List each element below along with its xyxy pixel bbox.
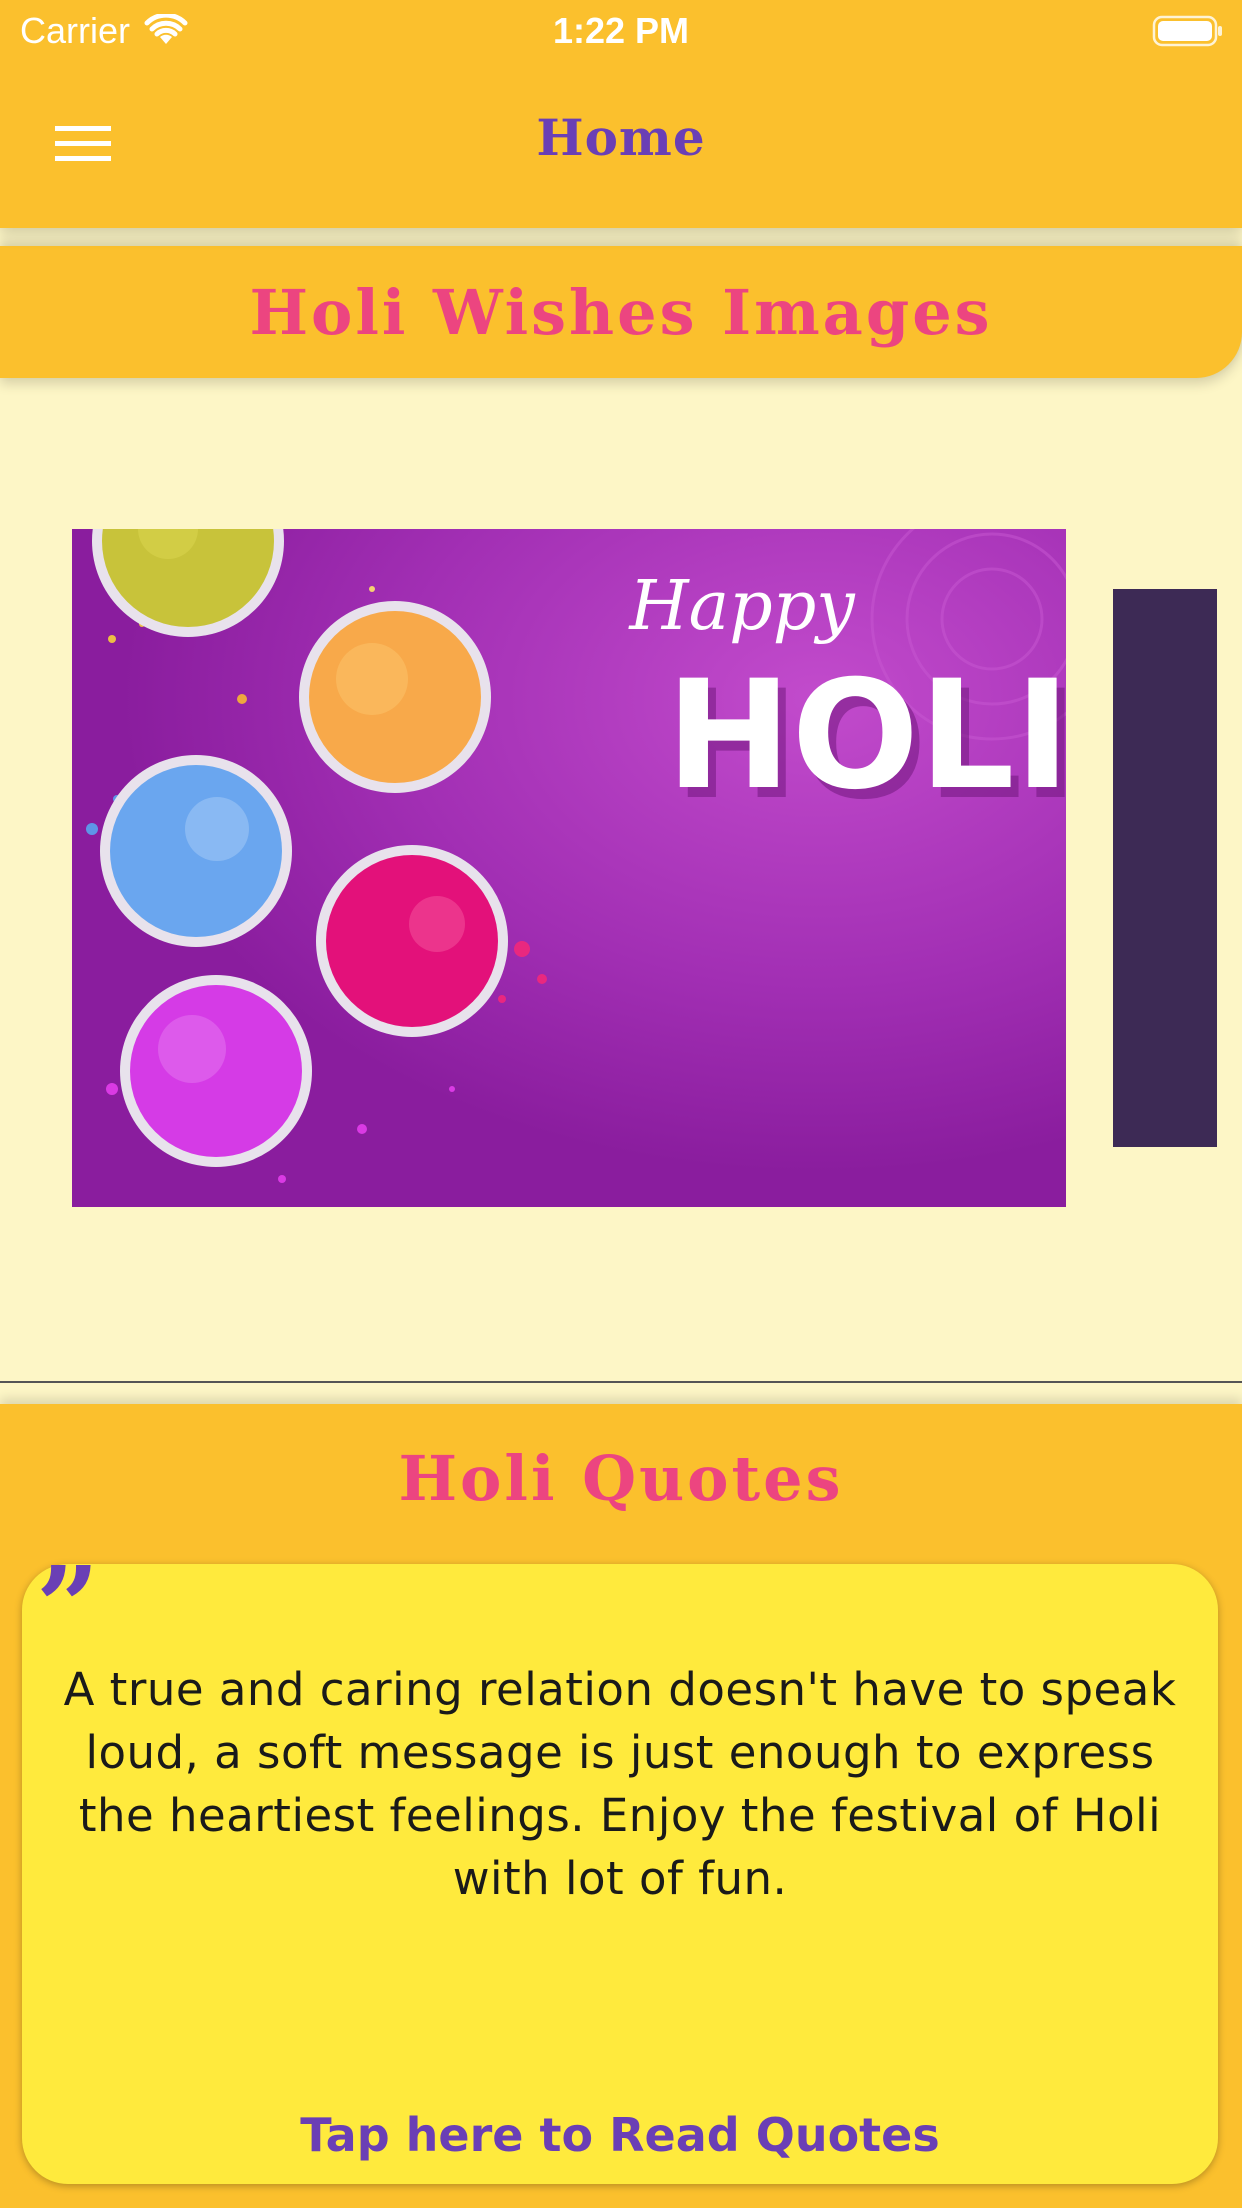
quote-card[interactable]: ” A true and caring relation doesn't hav… [22, 1552, 1218, 2184]
wishes-section-title: Holi Wishes Images [249, 275, 993, 349]
read-quotes-link[interactable]: Tap here to Read Quotes [22, 2108, 1218, 2162]
section-divider [0, 1381, 1242, 1383]
battery-icon [1152, 15, 1222, 47]
quotes-section: Holi Quotes ” A true and caring relation… [0, 1404, 1242, 2208]
quote-text: A true and caring relation doesn't have … [63, 1663, 1177, 1905]
holi-wish-image-card[interactable]: Happy HOLI HOLI [72, 529, 1066, 1207]
quotes-section-title: Holi Quotes [398, 1442, 844, 1515]
card-happy-text: Happy [627, 567, 856, 646]
wishes-image-carousel[interactable]: Happy HOLI HOLI [0, 380, 1242, 1380]
app-screen: Carrier 1:22 PM Home Holi Wishes Images [0, 0, 1242, 2208]
next-image-card-peek[interactable] [1113, 589, 1217, 1147]
status-time: 1:22 PM [552, 10, 690, 51]
wishes-section-header: Holi Wishes Images [0, 246, 1242, 378]
quote-mark-icon: ” [36, 1542, 100, 1671]
card-holi-text: HOLI [666, 649, 1066, 823]
navigation-bar: Carrier 1:22 PM Home [0, 0, 1242, 228]
holi-colors-artwork: Happy HOLI HOLI [72, 529, 1066, 1207]
page-title: Home [536, 108, 706, 167]
